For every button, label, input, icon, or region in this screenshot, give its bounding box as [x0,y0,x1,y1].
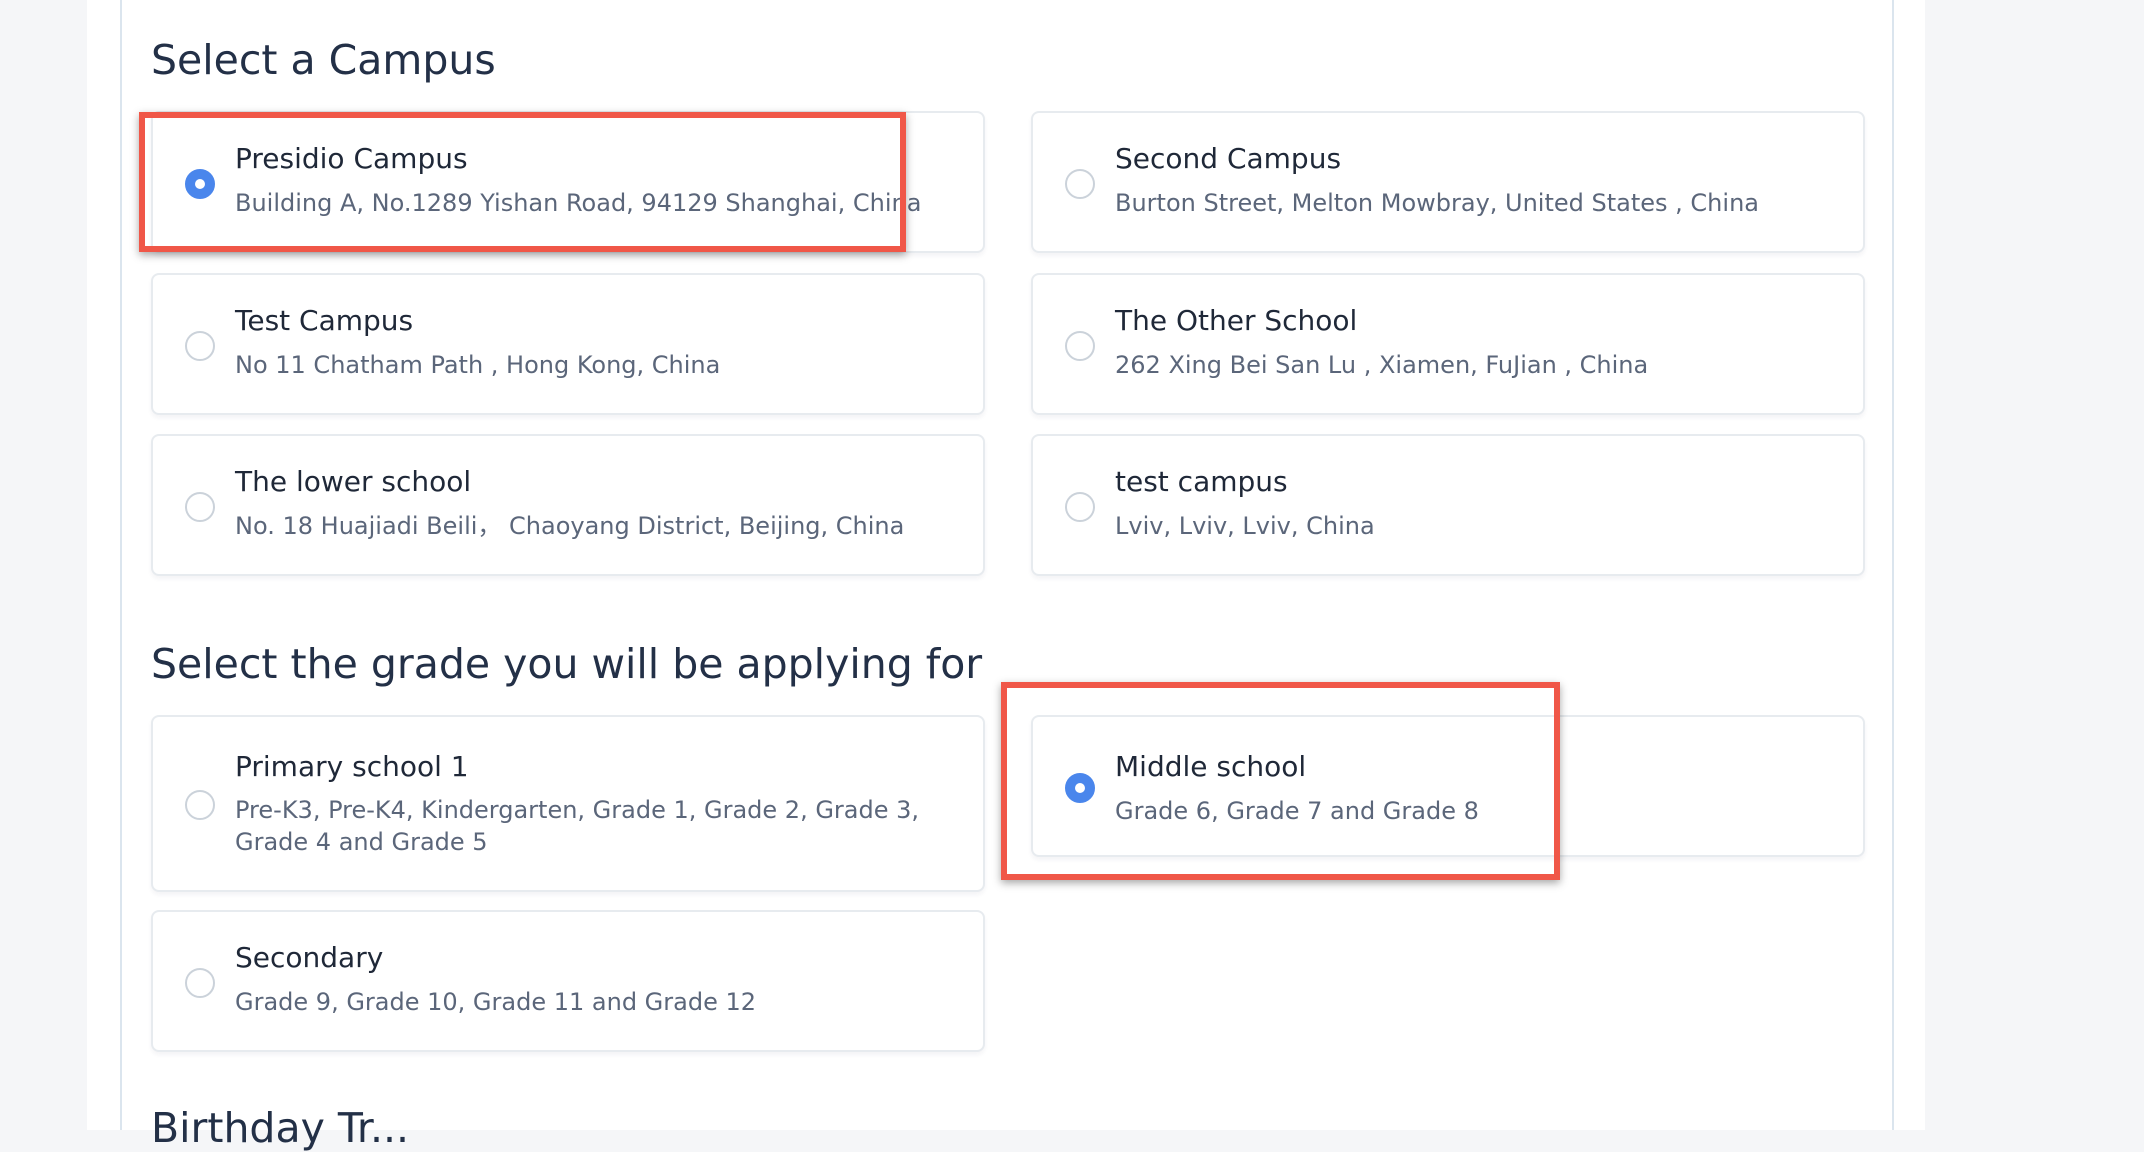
campus-section-title: Select a Campus [151,36,496,84]
grade-name: Middle school [1115,750,1307,783]
campus-option-lower-school[interactable]: The lower school No. 18 Huajiadi Beili， … [151,434,985,576]
grade-option-secondary[interactable]: Secondary Grade 9, Grade 10, Grade 11 an… [151,910,985,1052]
grade-section-title: Select the grade you will be applying fo… [151,640,983,688]
campus-address: Burton Street, Melton Mowbray, United St… [1115,189,1759,217]
campus-address: Building A, No.1289 Yishan Road, 94129 S… [235,189,922,217]
campus-address: Lviv, Lviv, Lviv, China [1115,512,1375,540]
grade-option-middle[interactable]: Middle school Grade 6, Grade 7 and Grade… [1031,715,1865,857]
campus-name: The Other School [1115,304,1358,337]
radio-unselected-icon[interactable] [1065,331,1095,361]
radio-unselected-icon[interactable] [185,492,215,522]
campus-address: 262 Xing Bei San Lu , Xiamen, FuJian , C… [1115,351,1649,379]
campus-name: Second Campus [1115,142,1342,175]
radio-unselected-icon[interactable] [1065,169,1095,199]
radio-selected-icon[interactable] [1065,773,1095,803]
campus-option-test[interactable]: Test Campus No 11 Chatham Path , Hong Ko… [151,273,985,415]
campus-address: No 11 Chatham Path , Hong Kong, China [235,351,721,379]
campus-name: Presidio Campus [235,142,468,175]
grade-name: Secondary [235,941,384,974]
radio-unselected-icon[interactable] [185,790,215,820]
campus-option-presidio[interactable]: Presidio Campus Building A, No.1289 Yish… [151,111,985,253]
radio-selected-icon[interactable] [185,169,215,199]
grade-list: Grade 9, Grade 10, Grade 11 and Grade 12 [235,988,757,1016]
campus-name: The lower school [235,465,472,498]
grade-list: Pre-K3, Pre-K4, Kindergarten, Grade 1, G… [235,796,920,856]
campus-address: No. 18 Huajiadi Beili， Chaoyang District… [235,512,905,540]
grade-list: Grade 6, Grade 7 and Grade 8 [1115,797,1479,825]
next-section-title-partial: Birthday Tr... [151,1104,410,1152]
radio-unselected-icon[interactable] [1065,492,1095,522]
campus-name: test campus [1115,465,1288,498]
radio-unselected-icon[interactable] [185,331,215,361]
campus-option-other-school[interactable]: The Other School 262 Xing Bei San Lu , X… [1031,273,1865,415]
grade-option-primary[interactable]: Primary school 1 Pre-K3, Pre-K4, Kinderg… [151,715,985,892]
campus-name: Test Campus [235,304,414,337]
grade-name: Primary school 1 [235,750,469,783]
campus-option-test-lowercase[interactable]: test campus Lviv, Lviv, Lviv, China [1031,434,1865,576]
campus-option-second[interactable]: Second Campus Burton Street, Melton Mowb… [1031,111,1865,253]
radio-unselected-icon[interactable] [185,968,215,998]
